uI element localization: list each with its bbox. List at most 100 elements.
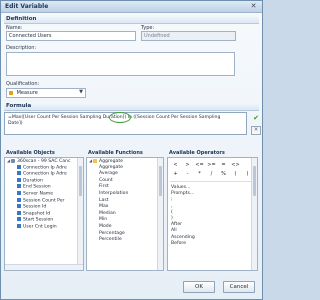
functions-tree: ◢ Aggregate Aggregate Average Count First Inte…: [87, 158, 163, 244]
dimension-icon: [17, 190, 21, 195]
function-item-label: Min: [99, 217, 108, 223]
function-item[interactable]: Min: [87, 217, 163, 224]
operator-symbol-button[interactable]: +: [171, 171, 180, 177]
name-field-value: Connected Users: [9, 33, 52, 39]
operator-symbol-button[interactable]: *: [195, 171, 204, 177]
operator-symbol-button[interactable]: <=: [195, 162, 204, 168]
dimension-icon: [17, 197, 21, 202]
objects-hscrollbar[interactable]: [5, 264, 83, 270]
formula-header: [4, 102, 259, 111]
function-item[interactable]: Average: [87, 171, 163, 178]
function-item[interactable]: Mode: [87, 224, 163, 231]
name-field[interactable]: Connected Users: [6, 31, 136, 41]
object-item[interactable]: Duration: [5, 177, 83, 185]
object-item[interactable]: End Session: [5, 184, 83, 191]
cancel-button[interactable]: Cancel: [223, 281, 255, 293]
operator-symbol-button[interactable]: <: [171, 162, 180, 168]
dimension-icon: [17, 210, 21, 215]
definition-section-title: Definition: [6, 16, 37, 22]
dimension-icon: [17, 223, 21, 228]
object-item-label: Duration: [23, 178, 43, 184]
object-item-label: Session Count Per: [23, 198, 65, 204]
object-item-label: Snapshot Id: [23, 211, 51, 217]
function-item[interactable]: Percentile: [87, 237, 163, 244]
operator-list-item[interactable]: Before: [171, 241, 195, 247]
function-item[interactable]: Interpolation: [87, 191, 163, 198]
function-item-label: Mode: [99, 223, 112, 229]
object-item[interactable]: Session Count Per: [5, 197, 83, 205]
available-functions-title: Available Functions: [88, 150, 143, 156]
function-item-label: Interpolation: [99, 190, 129, 196]
operator-symbol-button[interactable]: <>: [231, 162, 240, 168]
object-item[interactable]: Start Session: [5, 217, 83, 224]
object-item[interactable]: User Cnt Login: [5, 223, 83, 231]
function-item-label: Count: [99, 177, 113, 183]
available-objects-panel[interactable]: ◢ 360scan - 99 SAC Canc Connection Ip Adre…: [4, 157, 84, 271]
function-item-label: Aggregate: [99, 159, 123, 164]
close-icon[interactable]: ✕: [249, 2, 258, 10]
function-item-label: Aggregate: [99, 164, 123, 170]
dimension-icon: [17, 177, 21, 182]
operator-symbol-button[interactable]: %: [219, 171, 228, 177]
dialog-title: Edit Variable: [5, 3, 49, 10]
object-item[interactable]: Server Name: [5, 190, 83, 198]
operator-symbol-button[interactable]: -: [183, 171, 192, 177]
function-item[interactable]: ◢ Aggregate: [87, 158, 163, 165]
function-item-label: Average: [99, 171, 118, 177]
dimension-icon: [17, 164, 21, 169]
operator-symbol-button[interactable]: >=: [207, 162, 216, 168]
dimension-icon: [17, 171, 21, 176]
function-item-label: First: [99, 184, 109, 190]
highlight-circle: [109, 112, 131, 123]
operators-scrollbar[interactable]: [251, 158, 257, 270]
function-item-label: Max: [99, 204, 109, 210]
chevron-down-icon: ▼: [79, 89, 83, 95]
description-field[interactable]: [6, 52, 235, 76]
objects-tree: ◢ 360scan - 99 SAC Canc Connection Ip Adre…: [5, 158, 83, 231]
definition-header: [4, 15, 259, 24]
validate-check-icon[interactable]: ✔: [251, 114, 261, 122]
object-item-label: User Cnt Login: [23, 224, 57, 230]
qualification-value: Measure: [16, 90, 38, 96]
object-item-label: Start Session: [23, 217, 54, 223]
object-item-label: Connection Ip Adre: [23, 165, 67, 171]
object-item[interactable]: ◢ 360scan - 99 SAC Canc: [5, 158, 83, 165]
clear-formula-icon[interactable]: ✕: [251, 126, 261, 135]
function-item[interactable]: First: [87, 184, 163, 191]
ok-button[interactable]: OK: [183, 281, 215, 293]
object-item[interactable]: Connection Ip Adre: [5, 171, 83, 178]
function-item[interactable]: Max: [87, 204, 163, 211]
object-item-label: 360scan - 99 SAC Canc: [17, 159, 71, 164]
available-functions-panel[interactable]: ◢ Aggregate Aggregate Average Count First Inte…: [86, 157, 164, 271]
universe-icon: [11, 158, 15, 163]
available-operators-panel[interactable]: < > <= >= = <> + - * /%() Values... Prompts...;,()…: [167, 157, 258, 271]
operator-symbol-button[interactable]: /: [207, 171, 216, 177]
object-item-label: Server Name: [23, 191, 54, 197]
title-bar[interactable]: Edit Variable ✕: [1, 1, 262, 13]
object-item[interactable]: Session Id: [5, 204, 83, 211]
object-item[interactable]: Connection Ip Adre: [5, 164, 83, 172]
objects-scrollbar[interactable]: [77, 158, 83, 270]
functions-scrollbar[interactable]: [157, 158, 163, 270]
dimension-icon: [17, 204, 21, 209]
function-item-label: Percentage: [99, 230, 125, 236]
operator-symbol-button[interactable]: >: [183, 162, 192, 168]
operator-symbol-button[interactable]: (: [231, 171, 240, 177]
operator-symbol-button[interactable]: =: [219, 162, 228, 168]
function-item-label: Median: [99, 210, 116, 216]
qualification-select[interactable]: Measure ▼: [6, 88, 86, 98]
available-objects-title: Available Objects: [6, 150, 55, 156]
available-operators-title: Available Operators: [169, 150, 225, 156]
object-item-label: End Session: [23, 184, 51, 190]
type-field-value: Undefined: [144, 33, 170, 39]
object-item-label: Connection Ip Adre: [23, 171, 67, 177]
operator-list: Values... Prompts...;,() After All Ascending…: [171, 185, 195, 247]
object-item[interactable]: Snapshot Id: [5, 210, 83, 218]
type-field: Undefined: [141, 31, 236, 41]
edit-variable-dialog: Edit Variable ✕ Definition Name: Connect…: [0, 0, 263, 300]
dimension-icon: [17, 217, 21, 222]
qualification-label: Qualification:: [6, 81, 40, 87]
description-label: Description:: [6, 45, 37, 51]
object-item-label: Session Id: [23, 204, 47, 210]
function-item-label: Percentile: [99, 237, 122, 243]
